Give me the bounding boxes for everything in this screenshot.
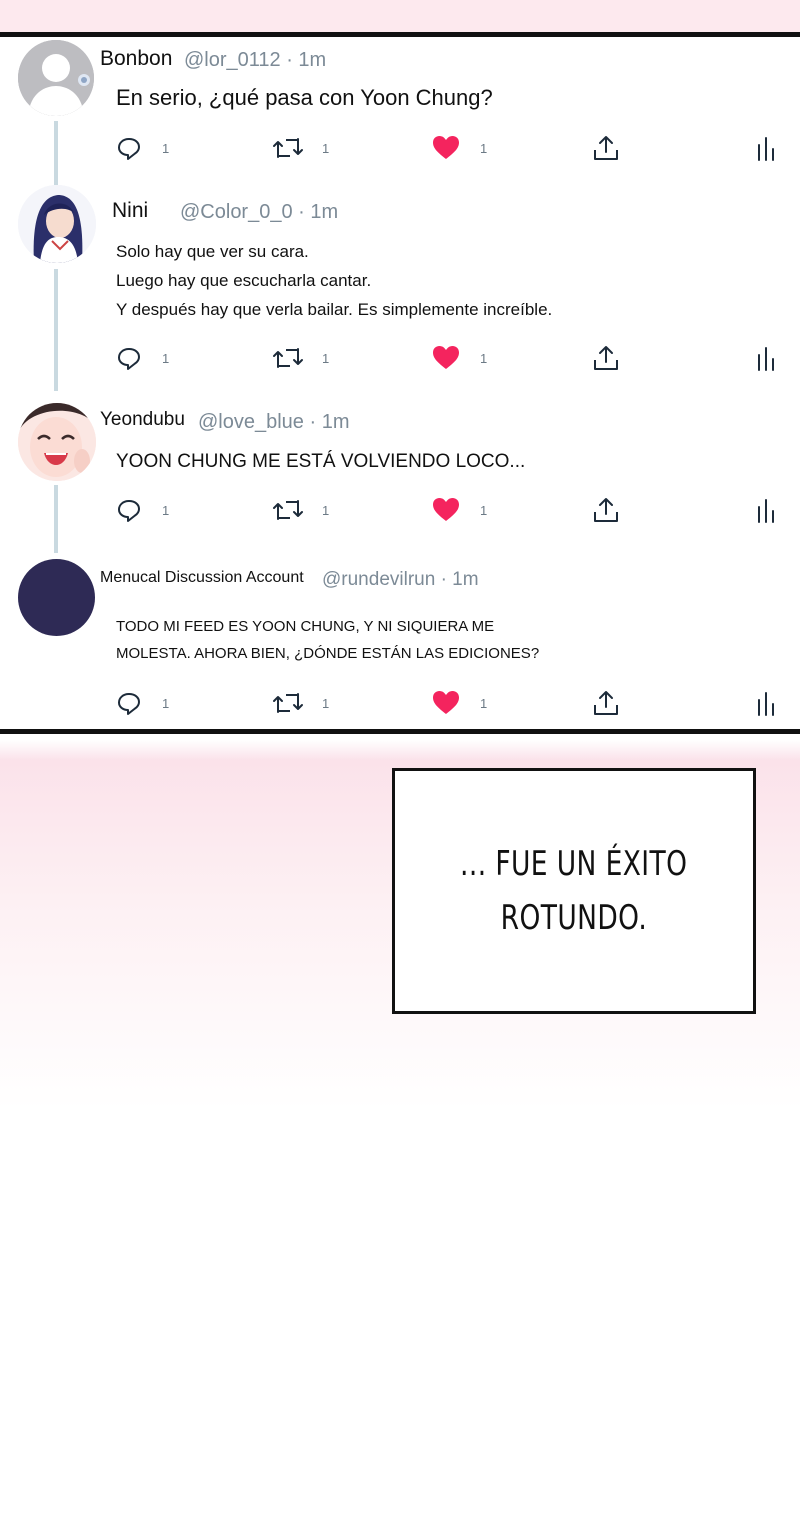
retweet-count: 1 (322, 695, 330, 711)
retweet-button[interactable]: 1 (272, 133, 329, 163)
retweet-icon (273, 348, 303, 368)
retweet-icon (273, 693, 303, 713)
reply-icon (118, 693, 140, 715)
heart-icon (433, 691, 459, 714)
reply-count: 1 (162, 695, 170, 711)
display-name[interactable]: Bonbon (100, 47, 172, 71)
tweet-actions: 1 1 1 (0, 343, 800, 373)
reply-button[interactable]: 1 (116, 343, 169, 373)
handle-and-time: @rundevilrun · 1m (322, 569, 479, 590)
like-button[interactable]: 1 (432, 688, 487, 718)
reply-count: 1 (162, 140, 170, 156)
caption-line: ROTUNDO. (500, 898, 648, 938)
tweet-text-line: Luego hay que escucharla cantar. (116, 271, 372, 290)
like-count: 1 (480, 502, 488, 518)
heart-icon (433, 498, 459, 521)
tweet-text: En serio, ¿qué pasa con Yoon Chung? (116, 85, 493, 111)
tweet-text-line: Solo hay que ver su cara. (116, 242, 309, 261)
tweet-thread-panel: Bonbon @lor_0112 · 1m En serio, ¿qué pas… (0, 32, 800, 734)
narration-caption-box: ... FUE UN ÉXITO ROTUNDO. (392, 768, 756, 1014)
tweet-text: YOON CHUNG ME ESTÁ VOLVIENDO LOCO... (116, 451, 525, 473)
reply-button[interactable]: 1 (116, 495, 169, 525)
display-name[interactable]: Yeondubu (100, 409, 185, 431)
retweet-count: 1 (322, 140, 330, 156)
tweet-text-line: YOON CHUNG ME ESTÁ VOLVIENDO LOCO... (116, 451, 526, 472)
avatar[interactable] (18, 403, 96, 481)
stats-button[interactable] (756, 133, 776, 163)
reply-icon (118, 348, 140, 370)
like-count: 1 (480, 695, 488, 711)
caption-line: ... FUE UN ÉXITO (460, 844, 688, 884)
handle-and-time: @love_blue · 1m (198, 411, 350, 433)
tweet-text: TODO MI FEED ES YOON CHUNG, Y NI SIQUIER… (116, 613, 539, 667)
retweet-icon (273, 500, 303, 520)
like-button[interactable]: 1 (432, 133, 487, 163)
share-icon (594, 691, 618, 715)
like-button[interactable]: 1 (432, 495, 487, 525)
like-button[interactable]: 1 (432, 343, 487, 373)
heart-icon (433, 346, 459, 369)
tweet-text: Solo hay que ver su cara. Luego hay que … (116, 237, 552, 324)
retweet-count: 1 (322, 502, 330, 518)
reply-icon (118, 500, 140, 522)
share-button[interactable] (592, 688, 620, 718)
handle-and-time: @lor_0112 · 1m (184, 49, 327, 71)
reply-button[interactable]: 1 (116, 688, 169, 718)
top-background-strip (0, 0, 800, 32)
tweet-actions: 1 1 1 (0, 133, 800, 163)
tweet-text-line: Y después hay que verla bailar. Es simpl… (116, 300, 553, 319)
heart-icon (433, 136, 459, 159)
like-count: 1 (480, 140, 488, 156)
share-icon (594, 136, 618, 160)
reply-count: 1 (162, 350, 170, 366)
retweet-icon (273, 138, 303, 158)
avatar[interactable] (18, 185, 96, 263)
tweet-text-line: MOLESTA. AHORA BIEN, ¿DÓNDE ESTÁN LAS ED… (116, 645, 540, 662)
display-name[interactable]: Nini (112, 199, 148, 223)
stats-button[interactable] (756, 688, 776, 718)
share-button[interactable] (592, 343, 620, 373)
avatar[interactable] (18, 40, 94, 116)
share-icon (594, 498, 618, 522)
tweet-text-line: En serio, ¿qué pasa con Yoon Chung? (116, 85, 493, 110)
stats-icon (758, 499, 774, 523)
reply-count: 1 (162, 502, 170, 518)
share-button[interactable] (592, 133, 620, 163)
stats-button[interactable] (756, 495, 776, 525)
retweet-count: 1 (322, 350, 330, 366)
share-button[interactable] (592, 495, 620, 525)
share-icon (594, 346, 618, 370)
stats-icon (758, 347, 774, 371)
retweet-button[interactable]: 1 (272, 495, 329, 525)
stats-button[interactable] (756, 343, 776, 373)
avatar[interactable] (18, 559, 95, 636)
tweet-actions: 1 1 1 (0, 495, 800, 525)
reply-button[interactable]: 1 (116, 133, 169, 163)
reply-icon (118, 138, 140, 160)
like-count: 1 (480, 350, 488, 366)
retweet-button[interactable]: 1 (272, 688, 329, 718)
stats-icon (758, 692, 774, 716)
stats-icon (758, 137, 774, 161)
handle-and-time: @Color_0_0 · 1m (180, 201, 339, 223)
tweet-actions: 1 1 1 (0, 688, 800, 718)
display-name[interactable]: Menucal Discussion Account (100, 569, 304, 587)
tweet-text-line: TODO MI FEED ES YOON CHUNG, Y NI SIQUIER… (116, 618, 495, 635)
retweet-button[interactable]: 1 (272, 343, 329, 373)
